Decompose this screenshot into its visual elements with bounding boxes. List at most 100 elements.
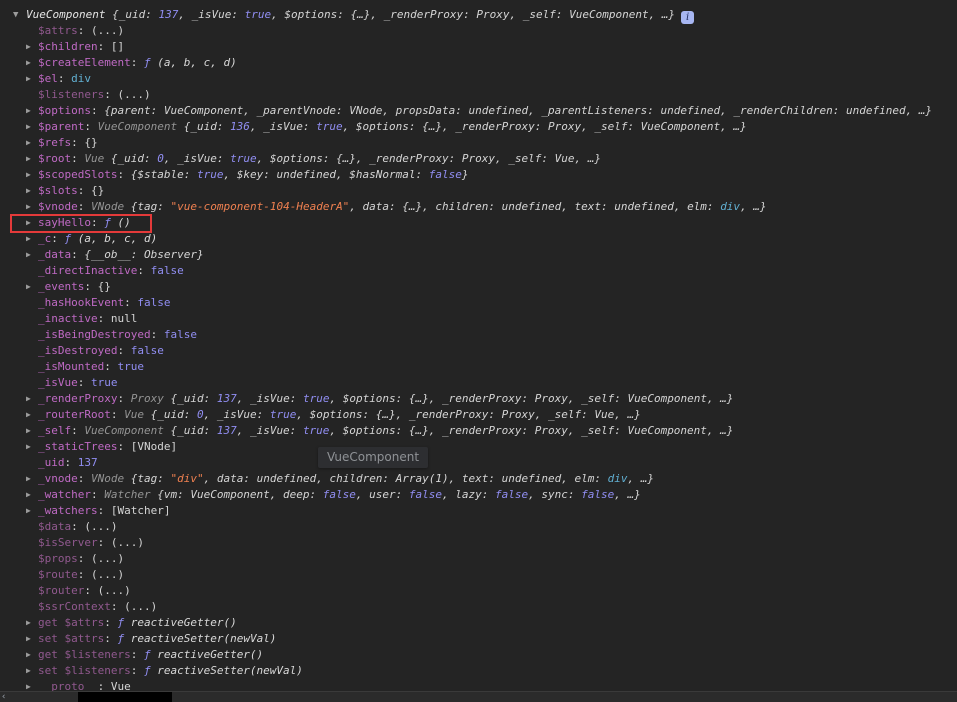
property-row[interactable]: $listeners: (...) [0,87,957,103]
property-row[interactable]: ▶ _events: {} [0,279,957,295]
property-value: ƒ [104,216,118,229]
property-value: VNode [91,200,131,213]
property-value: ƒ [117,616,131,629]
property-value: , $options: {…}, _renderProxy: Proxy, _s… [271,8,676,21]
property-row[interactable]: _inactive: null [0,311,957,327]
property-value[interactable]: (...) [98,584,131,597]
property-row[interactable]: $isServer: (...) [0,535,957,551]
separator: : [97,40,111,53]
expand-triangle-icon[interactable]: ▶ [26,199,36,215]
property-value: [Watcher] [110,504,171,517]
property-row[interactable]: $ssrContext: (...) [0,599,957,615]
property-row[interactable]: ▶ set $attrs: ƒ reactiveSetter(newVal) [0,631,957,647]
property-row[interactable]: ▶ _renderProxy: Proxy {_uid: 137, _isVue:… [0,391,957,407]
collapse-triangle-icon[interactable]: ▼ [13,7,23,23]
expand-triangle-icon[interactable]: ▶ [26,231,36,247]
property-value[interactable]: (...) [117,88,150,101]
expand-triangle-icon[interactable]: ▶ [26,631,36,647]
property-row[interactable]: ▶ $el: div [0,71,957,87]
property-value[interactable]: (...) [91,568,124,581]
expand-triangle-icon[interactable]: ▶ [26,71,36,87]
property-row[interactable]: $data: (...) [0,519,957,535]
property-value: , _isVue: [236,392,303,405]
property-row[interactable]: _isVue: true [0,375,957,391]
expand-triangle-icon[interactable]: ▶ [26,183,36,199]
property-row[interactable]: ▶ _routerRoot: Vue {_uid: 0, _isVue: true… [0,407,957,423]
property-name: _isBeingDestroyed [38,328,151,341]
expand-triangle-icon[interactable]: ▶ [26,423,36,439]
property-row[interactable]: ▶ $createElement: ƒ (a, b, c, d) [0,55,957,71]
property-row[interactable]: ▶ $vnode: VNode {tag: "vue-component-104-… [0,199,957,215]
property-row[interactable]: ▶ $parent: VueComponent {_uid: 136, _isVu… [0,119,957,135]
property-row[interactable]: ▶ _watcher: Watcher {vm: VueComponent, de… [0,487,957,503]
expand-triangle-icon[interactable]: ▶ [26,119,36,135]
property-row[interactable]: ▶ _vnode: VNode {tag: "div", data: undefi… [0,471,957,487]
expand-triangle-icon[interactable]: ▶ [26,487,36,503]
property-value[interactable]: (...) [111,536,144,549]
property-value: {_uid: [170,424,217,437]
property-value: 136 [230,120,250,133]
property-value: () [117,216,131,229]
property-row[interactable]: $attrs: (...) [0,23,957,39]
property-name: $props [38,552,78,565]
separator: : [84,280,98,293]
property-row[interactable]: ▶ _data: {__ob__: Observer} [0,247,957,263]
property-row[interactable]: ▶ _watchers: [Watcher] [0,503,957,519]
property-row[interactable]: $router: (...) [0,583,957,599]
property-value[interactable]: (...) [124,600,157,613]
property-row[interactable]: ▶ $options: {parent: VueComponent, _paren… [0,103,957,119]
expand-triangle-icon[interactable]: ▶ [26,647,36,663]
property-value: 0 [196,408,204,421]
property-row[interactable]: _directInactive: false [0,263,957,279]
property-value: reactiveGetter() [130,616,237,629]
property-row[interactable]: ▶ $slots: {} [0,183,957,199]
property-row[interactable]: $props: (...) [0,551,957,567]
expand-triangle-icon[interactable]: ▶ [26,215,36,231]
property-row[interactable]: $route: (...) [0,567,957,583]
property-row[interactable]: ▶ $scopedSlots: {$stable: true, $key: und… [0,167,957,183]
property-value[interactable]: (...) [91,552,124,565]
property-row[interactable]: ▶ set $listeners: ƒ reactiveSetter(newVal… [0,663,957,679]
expand-triangle-icon[interactable]: ▶ [26,39,36,55]
expand-triangle-icon[interactable]: ▶ [26,103,36,119]
property-row[interactable]: ▶ get $attrs: ƒ reactiveGetter() [0,615,957,631]
expand-triangle-icon[interactable]: ▶ [26,135,36,151]
expand-triangle-icon[interactable]: ▶ [26,439,36,455]
property-value: true [196,168,224,181]
property-value[interactable]: (...) [84,520,117,533]
property-row[interactable]: ▶ sayHello: ƒ () [0,214,957,233]
property-value: {} [91,184,105,197]
property-row[interactable]: _isDestroyed: false [0,343,957,359]
property-row[interactable]: ▶ $refs: {} [0,135,957,151]
property-row[interactable]: ▶ $children: [] [0,39,957,55]
expand-triangle-icon[interactable]: ▶ [26,151,36,167]
property-row[interactable]: ▶ _staticTrees: [VNode] [0,439,957,455]
expand-triangle-icon[interactable]: ▶ [26,471,36,487]
property-value: reactiveSetter(newVal) [157,664,303,677]
property-value: , sync: [528,488,582,501]
property-row[interactable]: _isMounted: true [0,359,957,375]
expand-triangle-icon[interactable]: ▶ [26,503,36,519]
property-row[interactable]: ▶ _c: ƒ (a, b, c, d) [0,231,957,247]
property-value: {__ob__: Observer} [84,248,204,261]
property-row[interactable]: _hasHookEvent: false [0,295,957,311]
object-root-row[interactable]: ▼ VueComponent {_uid: 137, _isVue: true, … [0,7,957,24]
property-name: $listeners [38,88,105,101]
property-row[interactable]: _isBeingDestroyed: false [0,327,957,343]
property-row[interactable]: ▶ $root: Vue {_uid: 0, _isVue: true, $opt… [0,151,957,167]
property-value: Proxy [130,392,171,405]
property-value: , _isVue: [236,424,303,437]
expand-triangle-icon[interactable]: ▶ [26,167,36,183]
property-row[interactable]: _uid: 137 [0,455,957,471]
expand-triangle-icon[interactable]: ▶ [26,663,36,679]
expand-triangle-icon[interactable]: ▶ [26,615,36,631]
expand-triangle-icon[interactable]: ▶ [26,279,36,295]
expand-triangle-icon[interactable]: ▶ [26,55,36,71]
expand-triangle-icon[interactable]: ▶ [26,407,36,423]
property-row[interactable]: ▶ get $listeners: ƒ reactiveGetter() [0,647,957,663]
property-row[interactable]: ▶ _self: VueComponent {_uid: 137, _isVue:… [0,423,957,439]
expand-triangle-icon[interactable]: ▶ [26,247,36,263]
property-name: $ssrContext [38,600,111,613]
expand-triangle-icon[interactable]: ▶ [26,391,36,407]
property-value[interactable]: (...) [91,24,124,37]
